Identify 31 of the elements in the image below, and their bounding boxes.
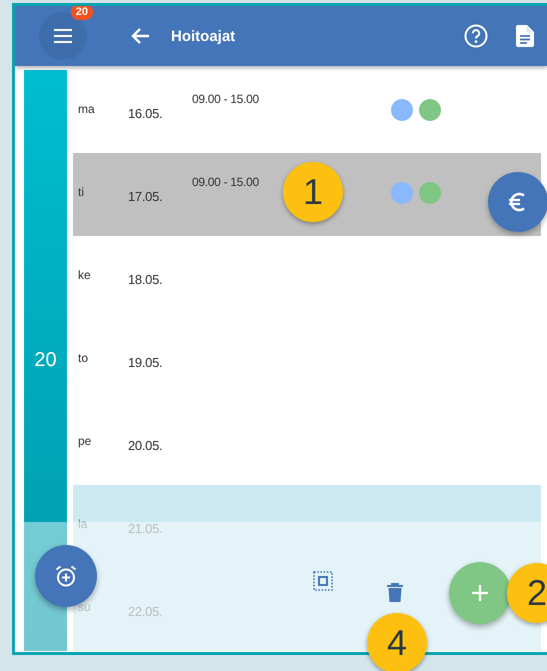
time-range: 09.00 - 15.00 [192,174,260,188]
weekday-label: pe [78,434,92,448]
date-label: 16.05. [128,106,164,121]
time-range: 09.00 - 15.00 [192,92,260,106]
date-label: 21.05. [128,521,164,536]
notification-badge: 20 [70,6,93,20]
plus-icon [472,585,488,601]
week-number: 20 [24,70,67,651]
date-label: 17.05. [128,189,164,204]
date-label: 19.05. [128,355,164,370]
back-arrow-icon[interactable] [130,27,150,45]
date-label: 22.05. [128,604,164,619]
page-title: Hoitoajat [171,28,236,44]
weekday-label: ke [78,268,92,282]
day-row[interactable]: to 19.05. [73,319,541,402]
weekday-label: ma [78,102,96,116]
day-row[interactable]: ma 16.05. 09.00 - 15.00 [73,70,541,153]
weekday-label: to [78,350,90,364]
day-row[interactable]: ke 18.05. [73,236,541,319]
select-all-icon[interactable] [313,571,333,591]
delete-icon[interactable] [387,583,403,603]
date-label: 18.05. [128,272,164,287]
weekday-label: su [78,600,92,614]
day-row[interactable]: pe 20.05. [73,402,541,485]
menu-icon [53,28,73,44]
alarm-plus-icon [54,564,78,588]
weekday-label: la [78,516,88,530]
date-label: 20.05. [128,438,164,453]
help-icon[interactable] [464,24,488,48]
weekday-label: ti [78,184,85,198]
document-icon[interactable] [516,25,534,47]
